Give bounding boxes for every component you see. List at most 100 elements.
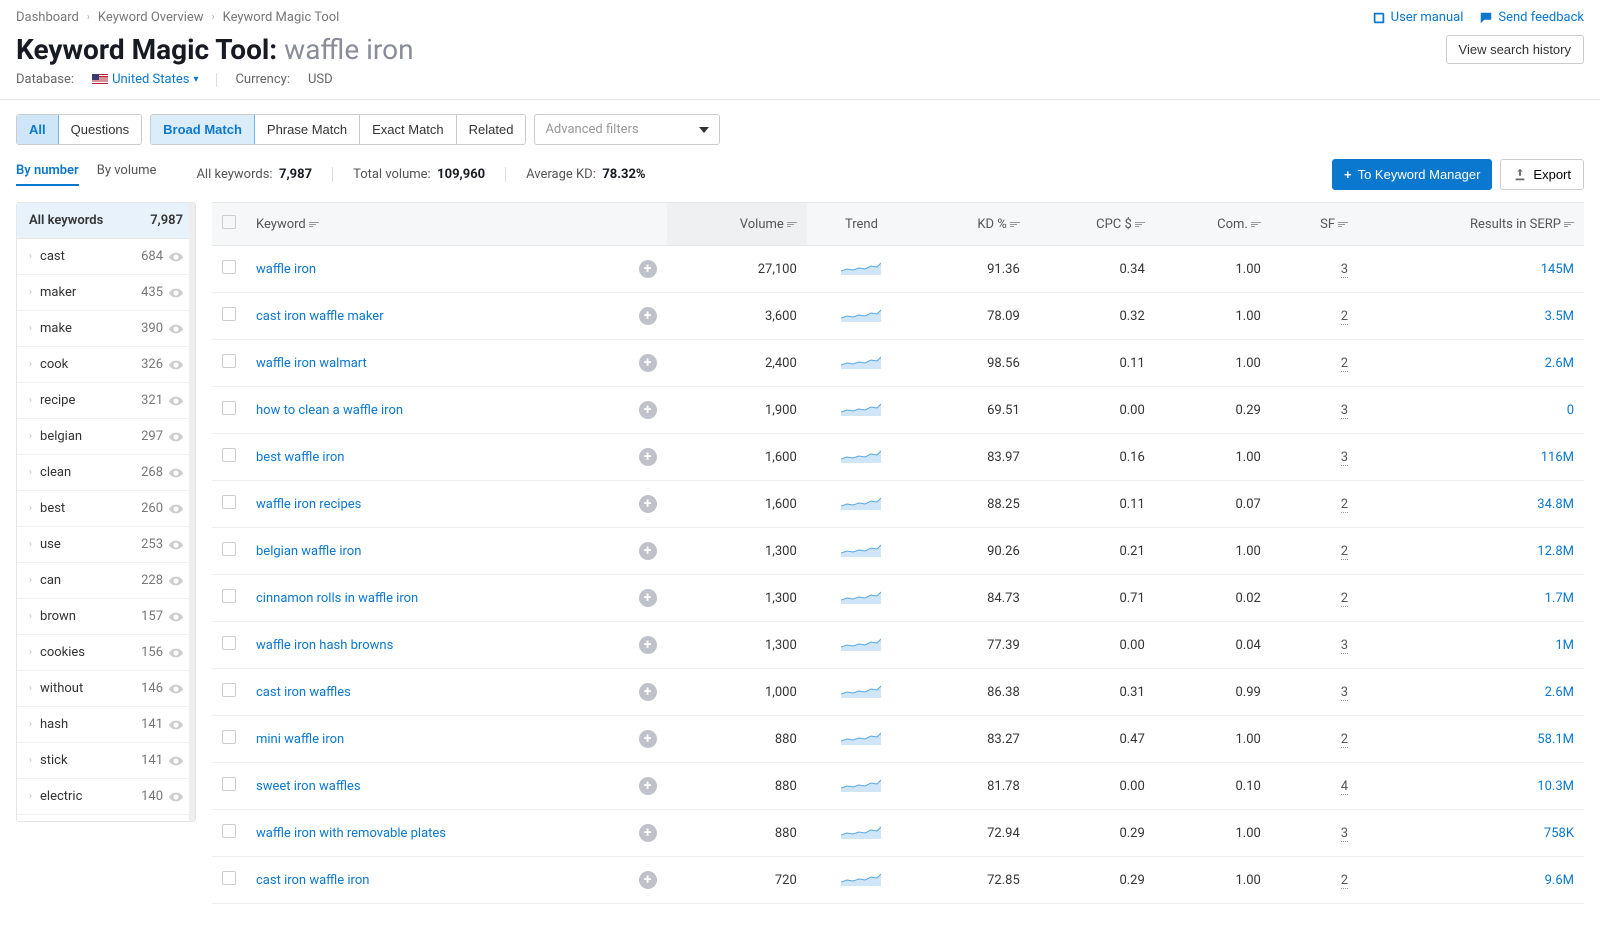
col-keyword[interactable]: Keyword xyxy=(246,203,629,246)
keyword-link[interactable]: belgian waffle iron xyxy=(256,544,361,559)
cell-serp[interactable]: 1M xyxy=(1555,638,1574,653)
row-checkbox[interactable] xyxy=(222,730,236,744)
cell-sf[interactable]: 3 xyxy=(1341,450,1348,466)
eye-icon[interactable] xyxy=(169,360,183,370)
sidebar-item[interactable]: › stick 141 xyxy=(17,743,195,779)
keyword-link[interactable]: cast iron waffles xyxy=(256,685,351,700)
cell-sf[interactable]: 3 xyxy=(1341,826,1348,842)
add-keyword-button[interactable]: + xyxy=(639,636,657,654)
row-checkbox[interactable] xyxy=(222,824,236,838)
cell-sf[interactable]: 3 xyxy=(1341,403,1348,419)
keyword-link[interactable]: waffle iron hash browns xyxy=(256,638,393,653)
eye-icon[interactable] xyxy=(169,396,183,406)
eye-icon[interactable] xyxy=(169,684,183,694)
sidebar-item[interactable]: › belgian 297 xyxy=(17,419,195,455)
cell-sf[interactable]: 4 xyxy=(1341,779,1348,795)
sidebar-item[interactable]: › cast 684 xyxy=(17,239,195,275)
keyword-link[interactable]: cinnamon rolls in waffle iron xyxy=(256,591,418,606)
eye-icon[interactable] xyxy=(169,468,183,478)
select-all-checkbox[interactable] xyxy=(222,215,236,229)
row-checkbox[interactable] xyxy=(222,448,236,462)
row-checkbox[interactable] xyxy=(222,495,236,509)
sidebar-item[interactable]: › best 260 xyxy=(17,491,195,527)
cell-serp[interactable]: 10.3M xyxy=(1537,779,1574,794)
sidebar-item[interactable]: › cookies 156 xyxy=(17,635,195,671)
row-checkbox[interactable] xyxy=(222,871,236,885)
breadcrumb-item[interactable]: Keyword Magic Tool xyxy=(223,10,340,25)
add-keyword-button[interactable]: + xyxy=(639,730,657,748)
tab-by-number[interactable]: By number xyxy=(16,163,79,186)
sidebar-item[interactable]: › without 146 xyxy=(17,671,195,707)
breadcrumb-item[interactable]: Keyword Overview xyxy=(98,10,204,25)
sidebar-item[interactable]: › can 228 xyxy=(17,563,195,599)
row-checkbox[interactable] xyxy=(222,260,236,274)
add-keyword-button[interactable]: + xyxy=(639,307,657,325)
cell-serp[interactable]: 758K xyxy=(1544,826,1574,841)
row-checkbox[interactable] xyxy=(222,307,236,321)
cell-sf[interactable]: 3 xyxy=(1341,262,1348,278)
cell-serp[interactable]: 116M xyxy=(1541,450,1574,465)
keyword-link[interactable]: cast iron waffle maker xyxy=(256,309,384,324)
keyword-link[interactable]: waffle iron walmart xyxy=(256,356,367,371)
export-button[interactable]: Export xyxy=(1500,159,1584,190)
cell-serp[interactable]: 2.6M xyxy=(1545,356,1574,371)
sidebar-item[interactable]: › maker 435 xyxy=(17,275,195,311)
cell-serp[interactable]: 9.6M xyxy=(1545,873,1574,888)
advanced-filters-button[interactable]: Advanced filters xyxy=(534,114,719,145)
tab-broad-match[interactable]: Broad Match xyxy=(150,114,255,145)
keyword-link[interactable]: how to clean a waffle iron xyxy=(256,403,403,418)
eye-icon[interactable] xyxy=(169,504,183,514)
col-com[interactable]: Com. xyxy=(1155,203,1271,246)
eye-icon[interactable] xyxy=(169,324,183,334)
cell-sf[interactable]: 3 xyxy=(1341,638,1348,654)
row-checkbox[interactable] xyxy=(222,636,236,650)
cell-serp[interactable]: 58.1M xyxy=(1537,732,1574,747)
add-keyword-button[interactable]: + xyxy=(639,683,657,701)
to-keyword-manager-button[interactable]: + To Keyword Manager xyxy=(1332,159,1492,190)
eye-icon[interactable] xyxy=(169,432,183,442)
database-selector[interactable]: United States ▾ xyxy=(92,72,198,87)
col-kd[interactable]: KD % xyxy=(916,203,1030,246)
add-keyword-button[interactable]: + xyxy=(639,401,657,419)
eye-icon[interactable] xyxy=(169,612,183,622)
add-keyword-button[interactable]: + xyxy=(639,448,657,466)
eye-icon[interactable] xyxy=(169,648,183,658)
eye-icon[interactable] xyxy=(169,540,183,550)
sidebar-item[interactable]: › hash 141 xyxy=(17,707,195,743)
sidebar-item[interactable]: › make 390 xyxy=(17,311,195,347)
cell-sf[interactable]: 2 xyxy=(1341,544,1348,560)
view-search-history-button[interactable]: View search history xyxy=(1446,35,1584,64)
sidebar-item[interactable]: › cook 326 xyxy=(17,347,195,383)
add-keyword-button[interactable]: + xyxy=(639,777,657,795)
eye-icon[interactable] xyxy=(169,792,183,802)
sidebar-header-all-keywords[interactable]: All keywords 7,987 xyxy=(17,203,195,239)
sidebar-item[interactable]: › electric 140 xyxy=(17,779,195,815)
user-manual-link[interactable]: User manual xyxy=(1372,10,1464,25)
add-keyword-button[interactable]: + xyxy=(639,871,657,889)
send-feedback-link[interactable]: Send feedback xyxy=(1479,10,1584,25)
cell-sf[interactable]: 2 xyxy=(1341,873,1348,889)
tab-by-volume[interactable]: By volume xyxy=(97,163,157,186)
eye-icon[interactable] xyxy=(169,720,183,730)
cell-serp[interactable]: 0 xyxy=(1567,403,1574,418)
row-checkbox[interactable] xyxy=(222,354,236,368)
cell-serp[interactable]: 34.8M xyxy=(1537,497,1574,512)
col-sf[interactable]: SF xyxy=(1271,203,1358,246)
cell-serp[interactable]: 12.8M xyxy=(1537,544,1574,559)
cell-serp[interactable]: 2.6M xyxy=(1545,685,1574,700)
row-checkbox[interactable] xyxy=(222,683,236,697)
col-volume[interactable]: Volume xyxy=(667,203,807,246)
row-checkbox[interactable] xyxy=(222,542,236,556)
row-checkbox[interactable] xyxy=(222,401,236,415)
add-keyword-button[interactable]: + xyxy=(639,495,657,513)
breadcrumb-item[interactable]: Dashboard xyxy=(16,10,79,25)
cell-serp[interactable]: 145M xyxy=(1541,262,1574,277)
keyword-link[interactable]: waffle iron recipes xyxy=(256,497,361,512)
eye-icon[interactable] xyxy=(169,576,183,586)
add-keyword-button[interactable]: + xyxy=(639,542,657,560)
cell-sf[interactable]: 2 xyxy=(1341,732,1348,748)
cell-serp[interactable]: 1.7M xyxy=(1545,591,1574,606)
eye-icon[interactable] xyxy=(169,252,183,262)
cell-sf[interactable]: 2 xyxy=(1341,591,1348,607)
tab-related[interactable]: Related xyxy=(457,115,526,144)
